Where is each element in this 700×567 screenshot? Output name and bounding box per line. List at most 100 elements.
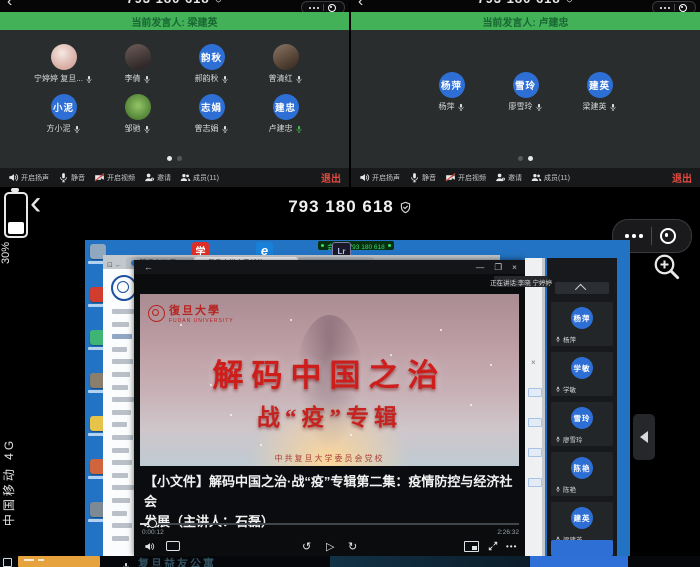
sidebar-item[interactable] <box>112 523 132 528</box>
participant-row: 宁婷婷 复旦...李倩韵秋郝韵秋曾清红 <box>0 44 349 84</box>
participant-tile[interactable]: 雪玲廖雪玲 <box>489 72 563 112</box>
toolbar-speaker-button[interactable]: 开启扬声 <box>8 172 49 183</box>
collapse-panel-icon[interactable] <box>633 414 655 460</box>
target-icon[interactable] <box>328 4 336 12</box>
player-controls: ↺ ▷ ↻ ••• <box>134 538 525 554</box>
page-dot[interactable] <box>528 156 533 161</box>
close-icon[interactable]: × <box>531 358 536 367</box>
collapse-strip-button[interactable] <box>555 282 609 294</box>
page-dot[interactable] <box>518 156 523 161</box>
sidebar-item[interactable] <box>112 536 129 541</box>
sidebar-item[interactable] <box>112 485 134 490</box>
seek-handle[interactable] <box>148 519 157 528</box>
sidebar-item[interactable] <box>112 448 129 453</box>
scrollbar[interactable] <box>542 258 545 556</box>
mic-icon <box>85 75 93 83</box>
participant-grid: 杨萍杨萍雪玲廖雪玲建英梁建英 <box>351 30 700 112</box>
chat-avatar[interactable] <box>18 556 100 567</box>
window-maximize-icon[interactable]: ❐ <box>494 262 502 273</box>
toolbar-mute-button[interactable]: 静音 <box>409 172 436 183</box>
meeting-toolbar: 开启扬声静音开启视频邀请成员(11) 退出 <box>0 168 349 187</box>
toolbar-mute-button[interactable]: 静音 <box>58 172 85 183</box>
sidebar-item[interactable] <box>112 473 128 478</box>
sidebar-item[interactable] <box>112 309 134 314</box>
sidebar-item[interactable] <box>112 422 127 427</box>
window-close-icon[interactable]: × <box>512 262 517 273</box>
participant-tile[interactable]: 韵秋郝韵秋 <box>175 44 249 84</box>
caption-line-1: 【小文件】解码中国之治·战“疫”专辑第二集：疫情防控与经济社会 <box>144 472 515 512</box>
more-dots-icon[interactable] <box>309 7 319 9</box>
exit-button[interactable]: 退出 <box>321 170 341 185</box>
more-dots-icon[interactable] <box>625 234 643 238</box>
participant-tile[interactable]: 曾清红 <box>249 44 323 84</box>
sidebar-item[interactable] <box>112 334 132 339</box>
participant-name: 郝韵秋 <box>195 73 229 84</box>
toolbar-members-button[interactable]: 成员(11) <box>531 172 570 183</box>
sidebar-item[interactable] <box>112 372 130 377</box>
meeting-id-text: 793 180 618 <box>477 0 560 6</box>
video-frame[interactable]: 復旦大學 FUDAN UNIVERSITY 解码中国之治 战“疫”专辑 中共复旦… <box>140 294 519 466</box>
window-minimize-icon[interactable]: — <box>476 262 485 273</box>
participant-tile[interactable]: 邹驰 <box>101 94 175 134</box>
player-back-icon[interactable]: ← <box>144 262 153 272</box>
participant-tile[interactable]: 建英梁建英 <box>563 72 637 112</box>
sidebar-item[interactable] <box>112 435 133 440</box>
toolbar-invite-button[interactable]: 邀请 <box>144 172 171 183</box>
shield-icon <box>399 201 412 214</box>
participant-tile[interactable]: 志娟曾志娟 <box>175 94 249 134</box>
member-strip-button[interactable] <box>551 540 613 556</box>
participant-tile[interactable]: 宁婷婷 复旦... <box>27 44 101 84</box>
seek-bar[interactable] <box>140 523 519 525</box>
target-icon[interactable] <box>679 4 687 12</box>
more-dots-icon[interactable] <box>660 7 670 9</box>
toolbar-speaker-button[interactable]: 开启扬声 <box>359 172 400 183</box>
member-tile[interactable]: 学敏学敏 <box>551 352 613 396</box>
sidebar-item[interactable] <box>112 498 130 503</box>
tab-nav-icons: ⊡ ← <box>103 261 126 269</box>
target-icon[interactable] <box>660 228 676 244</box>
miniprogram-capsule[interactable] <box>652 1 696 12</box>
play-icon[interactable]: ▷ <box>326 538 334 554</box>
toolbar-invite-button[interactable]: 邀请 <box>495 172 522 183</box>
member-tile[interactable]: 雪玲廖雪玲 <box>551 402 613 446</box>
taskbar-segment-active[interactable] <box>530 556 628 567</box>
member-tile[interactable]: 杨萍杨萍 <box>551 302 613 346</box>
participant-row: 杨萍杨萍雪玲廖雪玲建英梁建英 <box>351 72 700 112</box>
sidebar-item[interactable] <box>112 397 134 402</box>
rotate-left-icon[interactable]: ↺ <box>302 538 311 554</box>
participant-tile[interactable]: 李倩 <box>101 44 175 84</box>
sidebar-item[interactable] <box>112 322 129 327</box>
toolbar-video-button[interactable]: 开启视频 <box>94 172 135 183</box>
exit-button[interactable]: 退出 <box>672 170 692 185</box>
toolbar-video-button[interactable]: 开启视频 <box>445 172 486 183</box>
danmaku-icon[interactable] <box>166 538 180 554</box>
zoom-in-icon[interactable] <box>652 252 686 284</box>
more-icon[interactable]: ••• <box>506 538 517 554</box>
members-icon <box>180 172 191 183</box>
volume-icon[interactable] <box>144 538 155 554</box>
sidebar-item[interactable] <box>112 460 132 465</box>
rotate-right-icon[interactable]: ↻ <box>348 538 357 554</box>
sidebar-item[interactable] <box>112 410 131 415</box>
toolbar-members-button[interactable]: 成员(11) <box>180 172 219 183</box>
participant-tile[interactable]: 杨萍杨萍 <box>415 72 489 112</box>
member-tile[interactable]: 陈艳陈艳 <box>551 452 613 496</box>
participant-tile[interactable]: 小泥方小泥 <box>27 94 101 134</box>
toolbar-mute-label: 静音 <box>422 173 436 183</box>
sidebar-item[interactable] <box>112 347 127 352</box>
page-dot[interactable] <box>167 156 172 161</box>
time-current: 0:00:12 <box>142 529 164 536</box>
sparkle <box>350 434 352 436</box>
speaker-icon <box>359 172 370 183</box>
page-dot[interactable] <box>177 156 182 161</box>
meeting-id-title: 793 180 618 <box>0 197 700 217</box>
participant-tile[interactable]: 建忠卢建忠 <box>249 94 323 134</box>
sidebar-item[interactable] <box>112 385 128 390</box>
sidebar-item[interactable] <box>112 359 133 364</box>
fullscreen-icon[interactable] <box>488 538 498 554</box>
pip-icon[interactable] <box>464 538 479 554</box>
participant-name: 曾志娟 <box>195 123 229 134</box>
miniprogram-capsule[interactable] <box>301 1 345 12</box>
sidebar-item[interactable] <box>112 511 127 516</box>
invite-icon <box>144 172 155 183</box>
